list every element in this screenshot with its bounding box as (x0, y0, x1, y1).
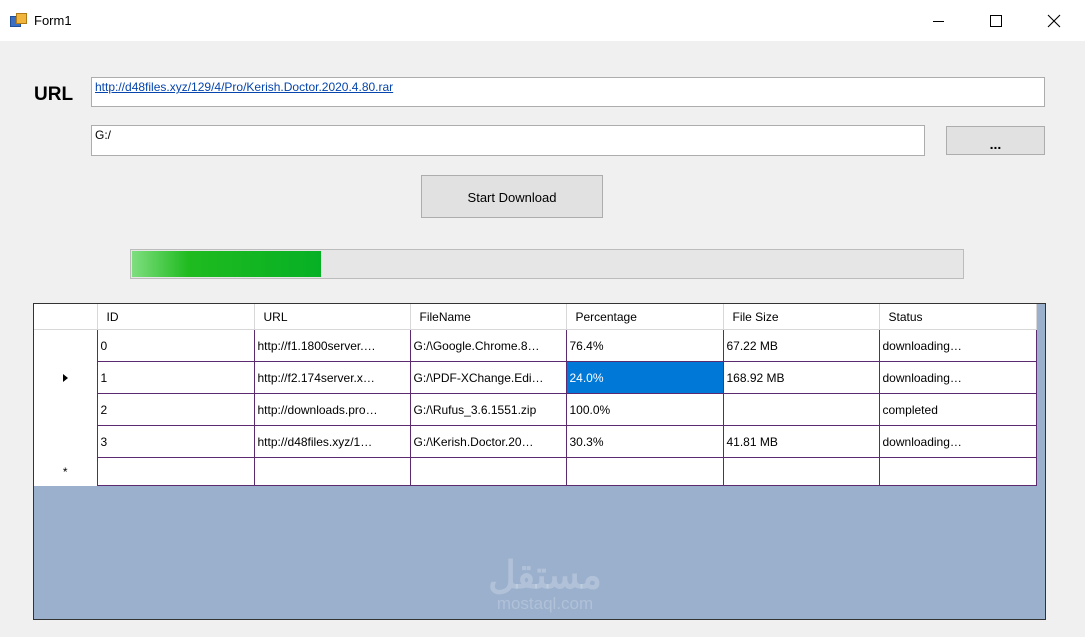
cell-status[interactable]: downloading… (878, 425, 1037, 458)
cell-status[interactable]: completed (878, 393, 1037, 426)
minimize-icon (933, 21, 944, 22)
browse-button[interactable]: ... (946, 126, 1045, 155)
cell-empty[interactable] (409, 457, 567, 486)
watermark-arabic: مستقل (488, 555, 602, 597)
close-button[interactable] (1025, 0, 1083, 41)
cell-filename[interactable]: G:/\Kerish.Doctor.20… (409, 425, 567, 458)
cell-percentage-selected[interactable]: 24.0% (565, 361, 724, 394)
column-header-percentage[interactable]: Percentage (566, 304, 724, 330)
cell-url[interactable]: http://f2.174server.x… (253, 361, 411, 394)
progress-fill (132, 251, 321, 277)
cell-status[interactable]: downloading… (878, 329, 1037, 362)
maximize-button[interactable] (967, 0, 1025, 41)
cell-file-size[interactable]: 67.22 MB (722, 329, 880, 362)
watermark: مستقل mostaql.com (470, 557, 620, 613)
window-title: Form1 (34, 13, 72, 28)
minimize-button[interactable] (909, 0, 967, 41)
cell-id[interactable]: 0 (96, 329, 255, 362)
cell-empty[interactable] (253, 457, 411, 486)
title-bar: Form1 (0, 0, 1085, 41)
table-row[interactable]: 2 http://downloads.pro… G:/\Rufus_3.6.15… (34, 393, 1037, 426)
column-header-file-size[interactable]: File Size (723, 304, 880, 330)
cell-file-size[interactable] (722, 393, 880, 426)
cell-empty[interactable] (878, 457, 1037, 486)
row-header[interactable]: * (34, 457, 98, 486)
downloads-table: ID URL FileName Percentage File Size Sta… (34, 304, 1037, 486)
url-input[interactable]: http://d48files.xyz/129/4/Pro/Kerish.Doc… (91, 77, 1045, 107)
cell-empty[interactable] (722, 457, 880, 486)
column-header-filename[interactable]: FileName (410, 304, 567, 330)
column-header-id[interactable]: ID (97, 304, 255, 330)
download-progress-bar (130, 249, 964, 279)
column-header-status[interactable]: Status (879, 304, 1037, 330)
cell-status[interactable]: downloading… (878, 361, 1037, 394)
save-path-input[interactable]: G:/ (91, 125, 925, 156)
column-header-url[interactable]: URL (254, 304, 411, 330)
table-row[interactable]: 1 http://f2.174server.x… G:/\PDF-XChange… (34, 361, 1037, 394)
row-header[interactable] (34, 361, 98, 394)
cell-url[interactable]: http://f1.1800server.… (253, 329, 411, 362)
column-header-row: ID URL FileName Percentage File Size Sta… (34, 304, 1037, 330)
start-download-button[interactable]: Start Download (421, 175, 603, 218)
cell-percentage[interactable]: 30.3% (565, 425, 724, 458)
cell-percentage[interactable]: 76.4% (565, 329, 724, 362)
current-row-arrow-icon (62, 373, 68, 382)
cell-filename[interactable]: G:/\Rufus_3.6.1551.zip (409, 393, 567, 426)
corner-header[interactable] (34, 304, 98, 330)
maximize-icon (990, 15, 1002, 27)
cell-filename[interactable]: G:/\Google.Chrome.8… (409, 329, 567, 362)
row-header[interactable] (34, 425, 98, 458)
cell-empty[interactable] (96, 457, 255, 486)
cell-url[interactable]: http://downloads.pro… (253, 393, 411, 426)
url-link-text[interactable]: http://d48files.xyz/129/4/Pro/Kerish.Doc… (95, 80, 393, 94)
cell-file-size[interactable]: 168.92 MB (722, 361, 880, 394)
cell-file-size[interactable]: 41.81 MB (722, 425, 880, 458)
new-row-asterisk-icon: * (62, 464, 68, 479)
cell-id[interactable]: 3 (96, 425, 255, 458)
cell-url[interactable]: http://d48files.xyz/1… (253, 425, 411, 458)
table-row[interactable]: 3 http://d48files.xyz/1… G:/\Kerish.Doct… (34, 425, 1037, 458)
cell-empty[interactable] (565, 457, 724, 486)
row-header[interactable] (34, 329, 98, 362)
cell-percentage[interactable]: 100.0% (565, 393, 724, 426)
cell-id[interactable]: 1 (96, 361, 255, 394)
table-row[interactable]: 0 http://f1.1800server.… G:/\Google.Chro… (34, 329, 1037, 362)
url-label: URL (34, 84, 74, 105)
cell-id[interactable]: 2 (96, 393, 255, 426)
cell-filename[interactable]: G:/\PDF-XChange.Edi… (409, 361, 567, 394)
new-row[interactable]: * (34, 457, 1037, 486)
watermark-latin: mostaql.com (496, 594, 594, 613)
app-window-icon[interactable] (10, 13, 27, 27)
row-header[interactable] (34, 393, 98, 426)
close-icon (1047, 14, 1061, 28)
